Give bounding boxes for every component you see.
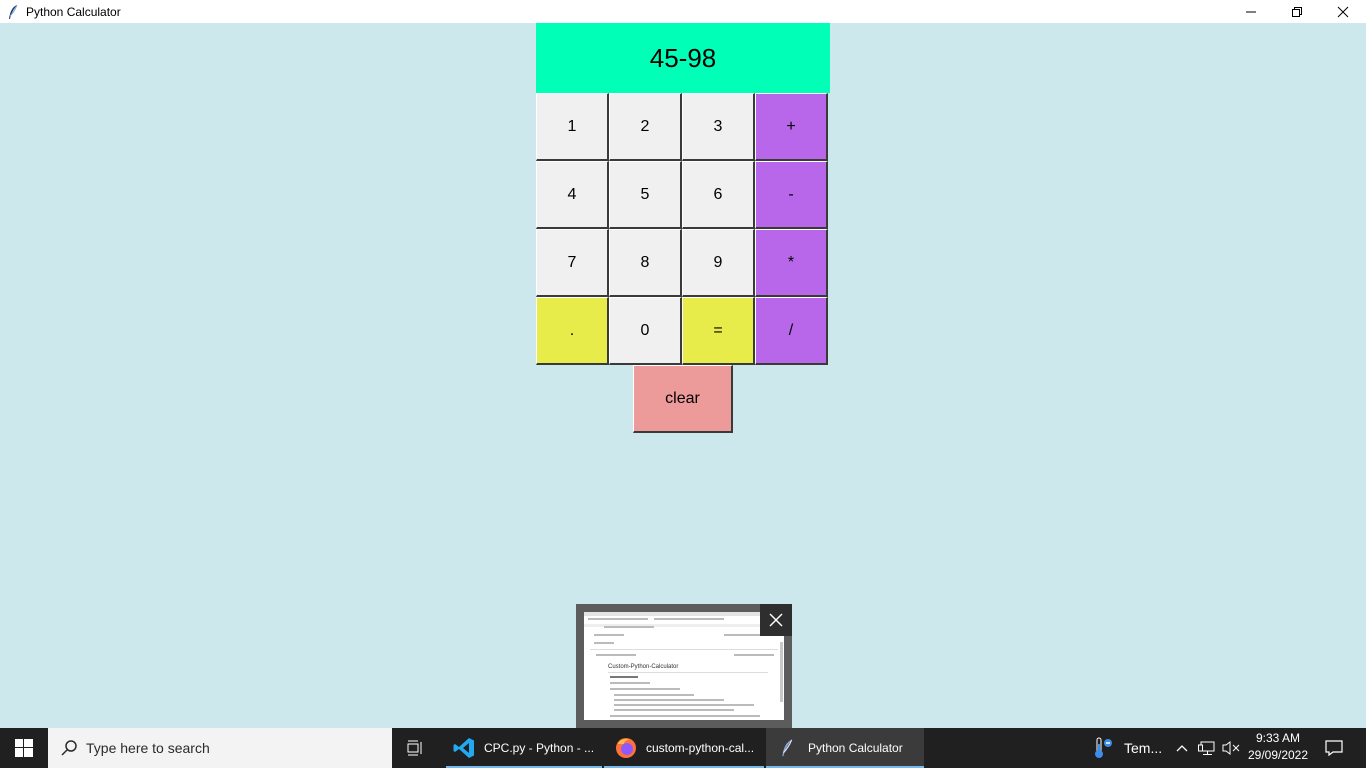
task-view-icon	[407, 740, 422, 756]
weather-label: Tem...	[1124, 740, 1163, 756]
key-6[interactable]: 6	[682, 161, 755, 229]
search-placeholder: Type here to search	[86, 740, 210, 756]
close-button[interactable]	[1320, 0, 1366, 23]
weather-widget[interactable]: Tem...	[1090, 728, 1162, 768]
preview-close-button[interactable]	[760, 604, 792, 636]
window-title: Python Calculator	[26, 4, 121, 19]
key-equals[interactable]: =	[682, 297, 755, 365]
taskbar-app-firefox[interactable]: custom-python-cal...	[604, 728, 764, 768]
feather-icon	[6, 4, 20, 20]
key-plus[interactable]: +	[755, 93, 828, 161]
start-button[interactable]	[0, 728, 48, 768]
key-decimal[interactable]: .	[536, 297, 609, 365]
key-multiply[interactable]: *	[755, 229, 828, 297]
chevron-up-icon	[1176, 745, 1188, 752]
windows-logo-icon	[15, 739, 33, 757]
taskbar-app-python-calculator[interactable]: Python Calculator	[766, 728, 924, 768]
volume-muted-icon	[1222, 741, 1240, 755]
restore-button[interactable]	[1274, 0, 1320, 23]
taskbar: Type here to search CPC.py - Python - ..…	[0, 728, 1366, 768]
close-icon	[1337, 6, 1349, 17]
key-8[interactable]: 8	[609, 229, 682, 297]
key-9[interactable]: 9	[682, 229, 755, 297]
close-icon	[769, 613, 783, 627]
minimize-icon	[1246, 11, 1256, 12]
key-1[interactable]: 1	[536, 93, 609, 161]
thumbnail-page-image: Custom-Python-Calculator	[584, 612, 784, 720]
network-button[interactable]	[1196, 728, 1218, 768]
key-divide[interactable]: /	[755, 297, 828, 365]
taskbar-app-label: CPC.py - Python - ...	[484, 741, 595, 755]
key-3[interactable]: 3	[682, 93, 755, 161]
clear-button[interactable]: clear	[633, 365, 733, 433]
key-7[interactable]: 7	[536, 229, 609, 297]
volume-button[interactable]	[1220, 728, 1242, 768]
notifications-button[interactable]	[1318, 728, 1350, 768]
key-minus[interactable]: -	[755, 161, 828, 229]
thumbnail-heading: Custom-Python-Calculator	[608, 664, 679, 670]
notification-icon	[1325, 740, 1343, 757]
clock-date: 29/09/2022	[1247, 748, 1309, 762]
search-icon	[60, 739, 78, 757]
window-title-bar[interactable]: Python Calculator	[0, 0, 1366, 23]
thermometer-icon	[1090, 736, 1114, 760]
taskbar-search-box[interactable]: Type here to search	[48, 728, 392, 768]
taskbar-app-vscode[interactable]: CPC.py - Python - ...	[446, 728, 602, 768]
firefox-icon	[614, 736, 638, 760]
feather-icon	[780, 738, 794, 758]
key-5[interactable]: 5	[609, 161, 682, 229]
minimize-button[interactable]	[1228, 0, 1274, 23]
clock-time: 9:33 AM	[1255, 731, 1301, 745]
key-4[interactable]: 4	[536, 161, 609, 229]
calculator-display: 45-98	[536, 23, 830, 93]
taskbar-app-label: custom-python-cal...	[646, 741, 755, 755]
taskbar-app-label: Python Calculator	[808, 741, 903, 755]
restore-icon	[1292, 6, 1302, 17]
network-icon	[1198, 741, 1215, 755]
vscode-icon	[452, 736, 476, 760]
taskbar-clock[interactable]: 9:33 AM 29/09/2022	[1246, 730, 1310, 766]
taskbar-thumbnail-preview[interactable]: Custom-Python-Calculator	[576, 604, 792, 728]
task-view-button[interactable]	[396, 728, 436, 768]
show-hidden-icons-button[interactable]	[1172, 728, 1192, 768]
key-0[interactable]: 0	[609, 297, 682, 365]
key-2[interactable]: 2	[609, 93, 682, 161]
